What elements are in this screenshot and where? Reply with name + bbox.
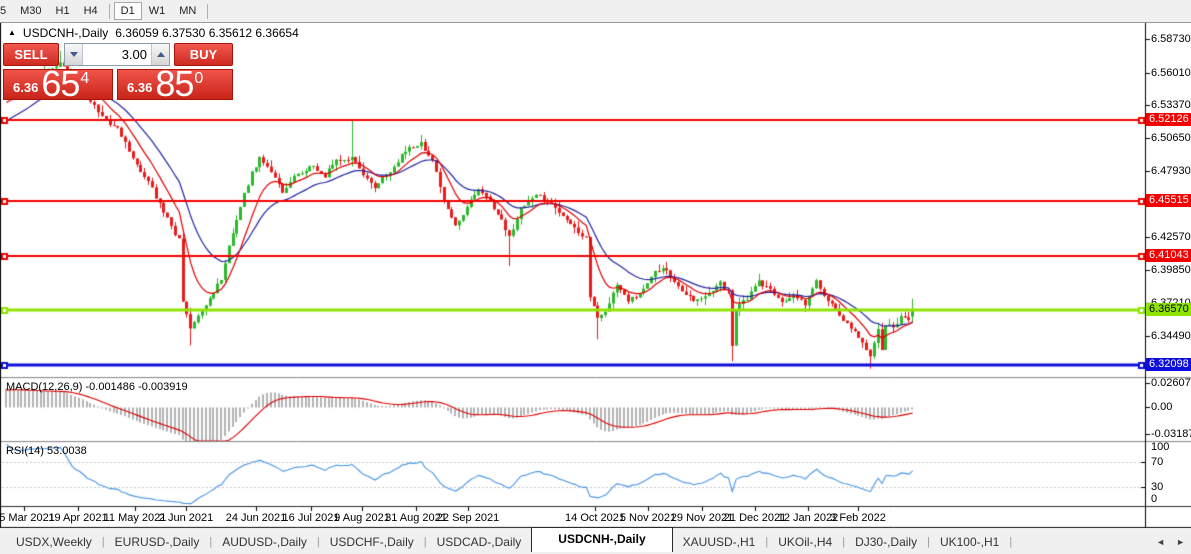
time-axis-label: 2 Jun 2021	[159, 512, 213, 524]
buy-price-big: 85	[155, 70, 193, 97]
macd-axis-label: 0.02607	[1151, 377, 1191, 389]
macd-indicator-label: MACD(12,26,9) -0.001486 -0.003919	[6, 381, 188, 393]
macd-axis-label: -0.031872	[1151, 428, 1191, 440]
tab-audusd-daily[interactable]: AUDUSD-,Daily	[212, 535, 317, 549]
tab-usdchf-daily[interactable]: USDCHF-,Daily	[320, 535, 424, 549]
sell-price-big: 65	[41, 70, 79, 97]
volume-input[interactable]	[83, 44, 151, 65]
price-axis-label: 6.42570	[1151, 231, 1191, 243]
timeframe-button-m30[interactable]: M30	[13, 2, 48, 20]
volume-spinner	[64, 43, 170, 66]
price-axis-label: 6.56010	[1151, 67, 1191, 79]
chart-symbol-label: USDCNH-,Daily	[23, 26, 108, 40]
time-axis-label: 22 Sep 2021	[437, 512, 499, 524]
symbol-tab-bar: USDX,Weekly|EURUSD-,Daily|AUDUSD-,Daily|…	[0, 528, 1191, 554]
time-axis-label: 14 Oct 2021	[565, 512, 625, 524]
time-axis-label: 19 Apr 2021	[48, 512, 107, 524]
timeframe-button-d1[interactable]: D1	[114, 2, 142, 20]
price-axis: 6.587306.560106.533706.506506.479306.452…	[1146, 22, 1191, 527]
buy-price-prefix: 6.36	[127, 80, 152, 95]
sell-price-box[interactable]: 6.36 65 4	[3, 69, 113, 100]
price-axis-label: 6.47930	[1151, 165, 1191, 177]
volume-increase-button[interactable]	[151, 44, 169, 65]
price-axis-label: 6.39850	[1151, 264, 1191, 276]
timeframe-buttons: 5M30H1H4 D1W1MN	[0, 0, 212, 22]
price-level-badge: 6.45515	[1146, 194, 1191, 207]
toolbar-separator	[207, 4, 208, 19]
rsi-indicator-label: RSI(14) 53.0038	[6, 445, 87, 457]
chart-ohlc-readout: 6.36059 6.37530 6.35612 6.36654	[115, 26, 299, 40]
price-axis-label: 6.50650	[1151, 132, 1191, 144]
price-level-badge: 6.36570	[1146, 303, 1191, 316]
tab-separator: |	[1009, 536, 1012, 548]
tab-scroll-right-icon[interactable]: ►	[1176, 537, 1185, 547]
tab-scrollers: ◄ ►	[1156, 529, 1185, 554]
price-axis-label: 6.34490	[1151, 330, 1191, 342]
price-level-badge: 6.41043	[1146, 249, 1191, 262]
tab-ukoil-h4[interactable]: UKOil-,H4	[768, 535, 842, 549]
one-click-trade-widget: SELL BUY 6.36 65 4 6.36 85 0	[3, 43, 233, 100]
rsi-axis-label: 70	[1151, 456, 1163, 468]
tab-eurusd-daily[interactable]: EURUSD-,Daily	[105, 535, 210, 549]
timeframe-toolbar: 5M30H1H4 D1W1MN	[0, 0, 1191, 23]
sell-price-pip: 4	[80, 70, 89, 88]
tick-direction-up-icon: ▲	[8, 27, 16, 39]
tab-usdcnh-daily[interactable]: USDCNH-,Daily	[531, 527, 672, 552]
volume-decrease-button[interactable]	[65, 44, 83, 65]
tab-uk100-h1[interactable]: UK100-,H1	[930, 535, 1009, 549]
time-axis-label: 5 Nov 2021	[620, 512, 676, 524]
sell-price-prefix: 6.36	[13, 80, 38, 95]
time-axis-label: 11 May 2021	[104, 512, 167, 524]
toolbar-separator	[109, 4, 110, 19]
time-axis-label: 24 Jun 2021	[226, 512, 287, 524]
time-axis-label: 3 Feb 2022	[830, 512, 886, 524]
price-level-badge: 6.32098	[1146, 358, 1191, 371]
macd-axis-label: 0.00	[1151, 401, 1172, 413]
tab-xauusd-h1[interactable]: XAUUSD-,H1	[673, 535, 766, 549]
tab-scroll-left-icon[interactable]: ◄	[1156, 537, 1165, 547]
arrow-down-icon	[70, 52, 78, 57]
mt4-window: 5M30H1H4 D1W1MN ▲ USDCNH-,Daily 6.36059 6…	[0, 0, 1191, 553]
tab-usdx-weekly[interactable]: USDX,Weekly	[6, 535, 102, 549]
timeframe-button-w1[interactable]: W1	[142, 2, 173, 20]
timeframe-button-h4[interactable]: H4	[77, 2, 105, 20]
time-axis-label: 9 Aug 2021	[334, 512, 390, 524]
price-axis-label: 6.58730	[1151, 33, 1191, 45]
rsi-axis-label: 30	[1151, 481, 1163, 493]
buy-price-pip: 0	[194, 70, 203, 88]
rsi-axis-label: 0	[1151, 493, 1157, 505]
timeframe-button-5[interactable]: 5	[0, 2, 13, 20]
rsi-axis-label: 100	[1151, 441, 1169, 453]
price-axis-label: 6.53370	[1151, 99, 1191, 111]
time-axis-label: 25 Mar 2021	[0, 512, 55, 524]
chart-title: ▲ USDCNH-,Daily 6.36059 6.37530 6.35612 …	[8, 26, 299, 40]
tab-usdcad-daily[interactable]: USDCAD-,Daily	[427, 535, 532, 549]
timeframe-button-h1[interactable]: H1	[49, 2, 77, 20]
timeframe-button-mn[interactable]: MN	[172, 2, 203, 20]
tab-dj30-daily[interactable]: DJ30-,Daily	[845, 535, 927, 549]
buy-price-box[interactable]: 6.36 85 0	[117, 69, 233, 100]
price-level-badge: 6.52126	[1146, 113, 1191, 126]
arrow-up-icon	[157, 52, 165, 57]
time-axis-label: 16 Jul 2021	[283, 512, 340, 524]
